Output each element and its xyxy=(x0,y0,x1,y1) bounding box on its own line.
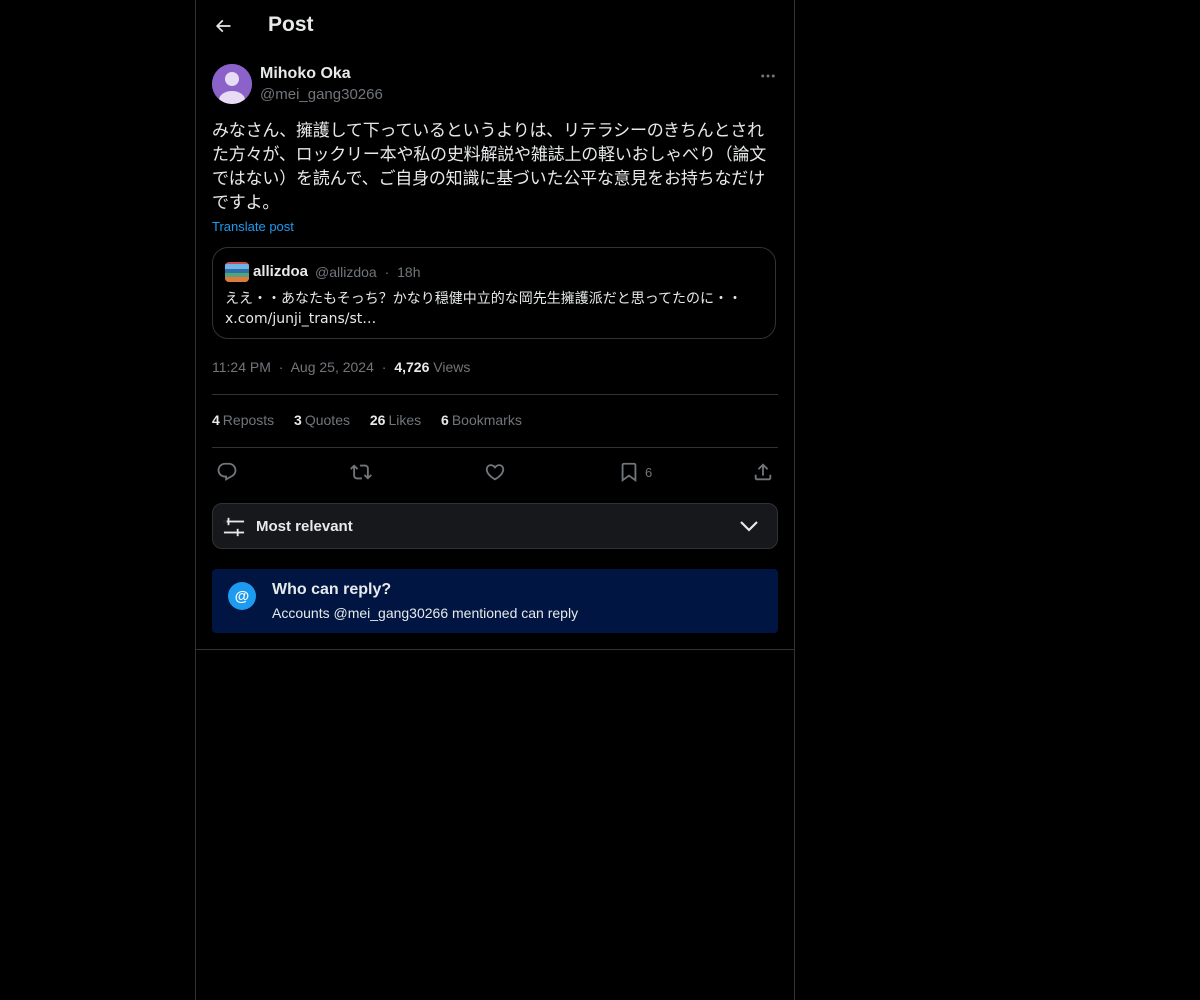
reply-sort-dropdown[interactable]: Most relevant xyxy=(212,503,778,549)
quote-age: 18h xyxy=(397,264,421,280)
quoted-post[interactable]: allizdoa @allizdoa · 18h ええ・・あなたもそっち？かなり… xyxy=(212,247,776,339)
quote-avatar xyxy=(225,262,249,282)
author-avatar[interactable] xyxy=(212,64,252,104)
at-sign-icon: @ xyxy=(228,582,256,610)
bookmark-icon xyxy=(621,462,637,483)
quote-author-handle: @allizdoa xyxy=(315,264,377,280)
divider xyxy=(212,394,778,395)
likes-label: Likes xyxy=(388,412,422,428)
back-button[interactable] xyxy=(208,11,238,41)
views-count: 4,726 xyxy=(394,359,430,375)
repost-icon xyxy=(350,464,372,480)
post-timestamp: 11:24 PM · Aug 25, 2024 · 4,726 Views xyxy=(212,359,470,375)
page-title: Post xyxy=(268,13,314,36)
quote-meta: @allizdoa · 18h xyxy=(315,264,421,280)
share-icon xyxy=(754,463,772,481)
bookmarks-label: Bookmarks xyxy=(451,412,522,428)
quotes-label: Quotes xyxy=(304,412,350,428)
quote-avatar-image xyxy=(225,262,249,282)
translate-post-link[interactable]: Translate post xyxy=(212,219,294,234)
default-avatar-icon xyxy=(212,64,252,104)
engagement-stats: 4 Reposts 3 Quotes 26 Likes 6 Bookmarks xyxy=(212,412,538,428)
reply-restriction-description: Accounts @mei_gang30266 mentioned can re… xyxy=(272,605,579,621)
divider xyxy=(212,447,778,448)
reposts-label: Reposts xyxy=(222,412,275,428)
meta-separator: · xyxy=(278,359,284,375)
divider xyxy=(196,649,794,650)
bookmarks-count: 6 xyxy=(441,412,449,428)
post-date[interactable]: Aug 25, 2024 xyxy=(291,359,374,375)
quotes-stat[interactable]: 3 Quotes xyxy=(294,412,350,428)
views-label: Views xyxy=(433,359,471,375)
post-time[interactable]: 11:24 PM xyxy=(212,359,271,375)
quote-text: ええ・・あなたもそっち？かなり穏健中立的な岡先生擁護派だと思ってたのに・・ x.… xyxy=(225,291,743,327)
repost-button[interactable] xyxy=(350,460,372,484)
page-header: Post xyxy=(196,0,794,54)
arrow-left-icon xyxy=(215,19,231,33)
bookmark-button[interactable]: 6 xyxy=(618,460,652,484)
reposts-stat[interactable]: 4 Reposts xyxy=(212,412,274,428)
heart-icon xyxy=(485,464,505,481)
more-horizontal-icon xyxy=(761,74,775,78)
who-can-reply-notice: @ Who can reply? Accounts @mei_gang30266… xyxy=(212,569,778,633)
post-text: みなさん、擁護して下っているというよりは、リテラシーのきちんとされた方々が、ロッ… xyxy=(212,121,767,213)
reposts-count: 4 xyxy=(212,412,220,428)
reply-button[interactable] xyxy=(216,460,238,484)
author-handle[interactable]: @mei_gang30266 xyxy=(260,86,383,103)
author-name[interactable]: Mihoko Oka xyxy=(260,65,351,83)
chevron-down-icon xyxy=(739,517,759,535)
sliders-icon xyxy=(223,516,245,538)
like-button[interactable] xyxy=(484,460,506,484)
meta-separator: · xyxy=(384,264,390,280)
quote-author-name: allizdoa xyxy=(253,263,309,280)
likes-count: 26 xyxy=(369,412,386,428)
main-column: Post Mihoko Oka @mei_gang30266 みなさん、擁護して… xyxy=(195,0,795,1000)
share-button[interactable] xyxy=(752,460,774,484)
more-options-button[interactable] xyxy=(756,64,780,88)
bookmark-count: 6 xyxy=(645,464,653,480)
reply-icon xyxy=(217,462,237,481)
reply-restriction-title: Who can reply? xyxy=(272,581,392,598)
likes-stat[interactable]: 26 Likes xyxy=(370,412,421,428)
bookmarks-stat[interactable]: 6 Bookmarks xyxy=(441,412,522,428)
meta-separator: · xyxy=(381,359,387,375)
quotes-count: 3 xyxy=(294,412,302,428)
sort-label: Most relevant xyxy=(256,518,353,535)
